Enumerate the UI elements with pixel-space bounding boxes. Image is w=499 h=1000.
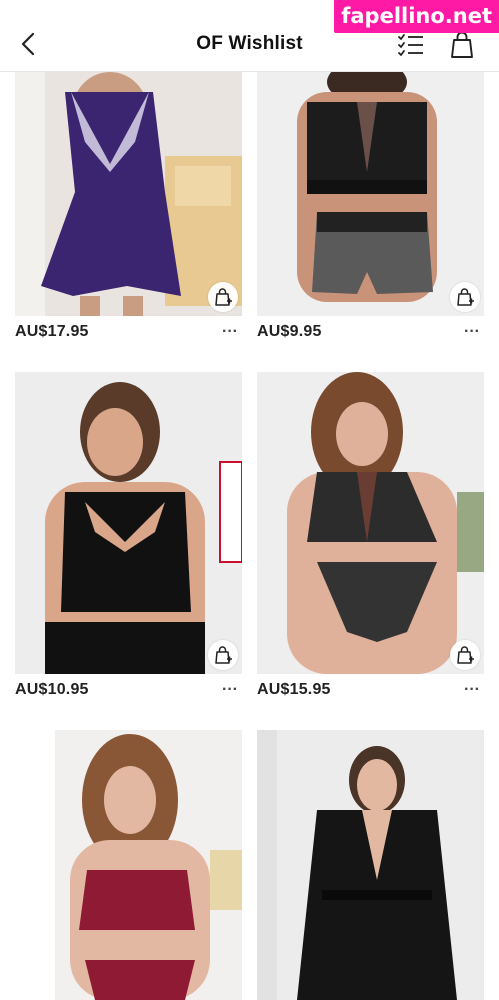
more-options-button[interactable]: ··· xyxy=(461,324,483,342)
add-to-cart-button[interactable] xyxy=(208,282,238,312)
add-to-cart-icon xyxy=(215,646,232,664)
product-image[interactable] xyxy=(15,72,242,316)
add-to-cart-icon xyxy=(457,646,474,664)
add-to-cart-icon xyxy=(457,288,474,306)
product-price: AU$15.95 xyxy=(257,681,331,698)
more-options-button[interactable]: ··· xyxy=(219,682,241,700)
add-to-cart-button[interactable] xyxy=(450,282,480,312)
add-to-cart-icon xyxy=(215,288,232,306)
product-image[interactable] xyxy=(257,72,484,316)
product-image[interactable] xyxy=(257,372,484,674)
product-price: AU$9.95 xyxy=(257,323,322,340)
shopping-bag-button[interactable] xyxy=(449,31,475,59)
shopping-bag-icon xyxy=(451,31,473,58)
more-options-button[interactable]: ··· xyxy=(461,682,483,700)
product-image[interactable] xyxy=(15,730,242,1000)
more-options-button[interactable]: ··· xyxy=(219,324,241,342)
product-card[interactable]: AU$10.95 ··· xyxy=(15,372,242,702)
add-to-cart-button[interactable] xyxy=(208,640,238,670)
checklist-icon xyxy=(398,34,423,56)
watermark: fapellino.net xyxy=(334,0,499,33)
add-to-cart-button[interactable] xyxy=(450,640,480,670)
product-card[interactable] xyxy=(15,730,242,1000)
product-image[interactable] xyxy=(257,730,484,1000)
product-image[interactable] xyxy=(15,372,242,674)
product-price: AU$17.95 xyxy=(15,323,89,340)
product-card[interactable] xyxy=(257,730,484,1000)
product-price: AU$10.95 xyxy=(15,681,89,698)
product-card[interactable]: AU$17.95 ··· xyxy=(15,72,242,352)
product-card[interactable]: AU$9.95 ··· xyxy=(257,72,484,352)
product-card[interactable]: AU$15.95 ··· xyxy=(257,372,484,702)
manage-list-button[interactable] xyxy=(397,33,425,57)
